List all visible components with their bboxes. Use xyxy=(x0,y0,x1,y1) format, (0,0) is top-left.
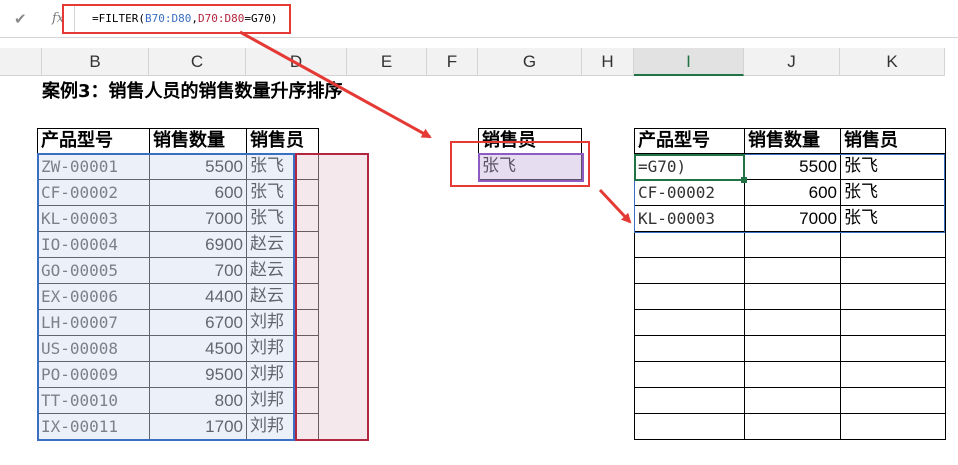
arrow-formula-to-criteria xyxy=(239,30,432,139)
annotation-arrows xyxy=(239,30,632,224)
arrow-criteria-to-result xyxy=(598,188,632,224)
